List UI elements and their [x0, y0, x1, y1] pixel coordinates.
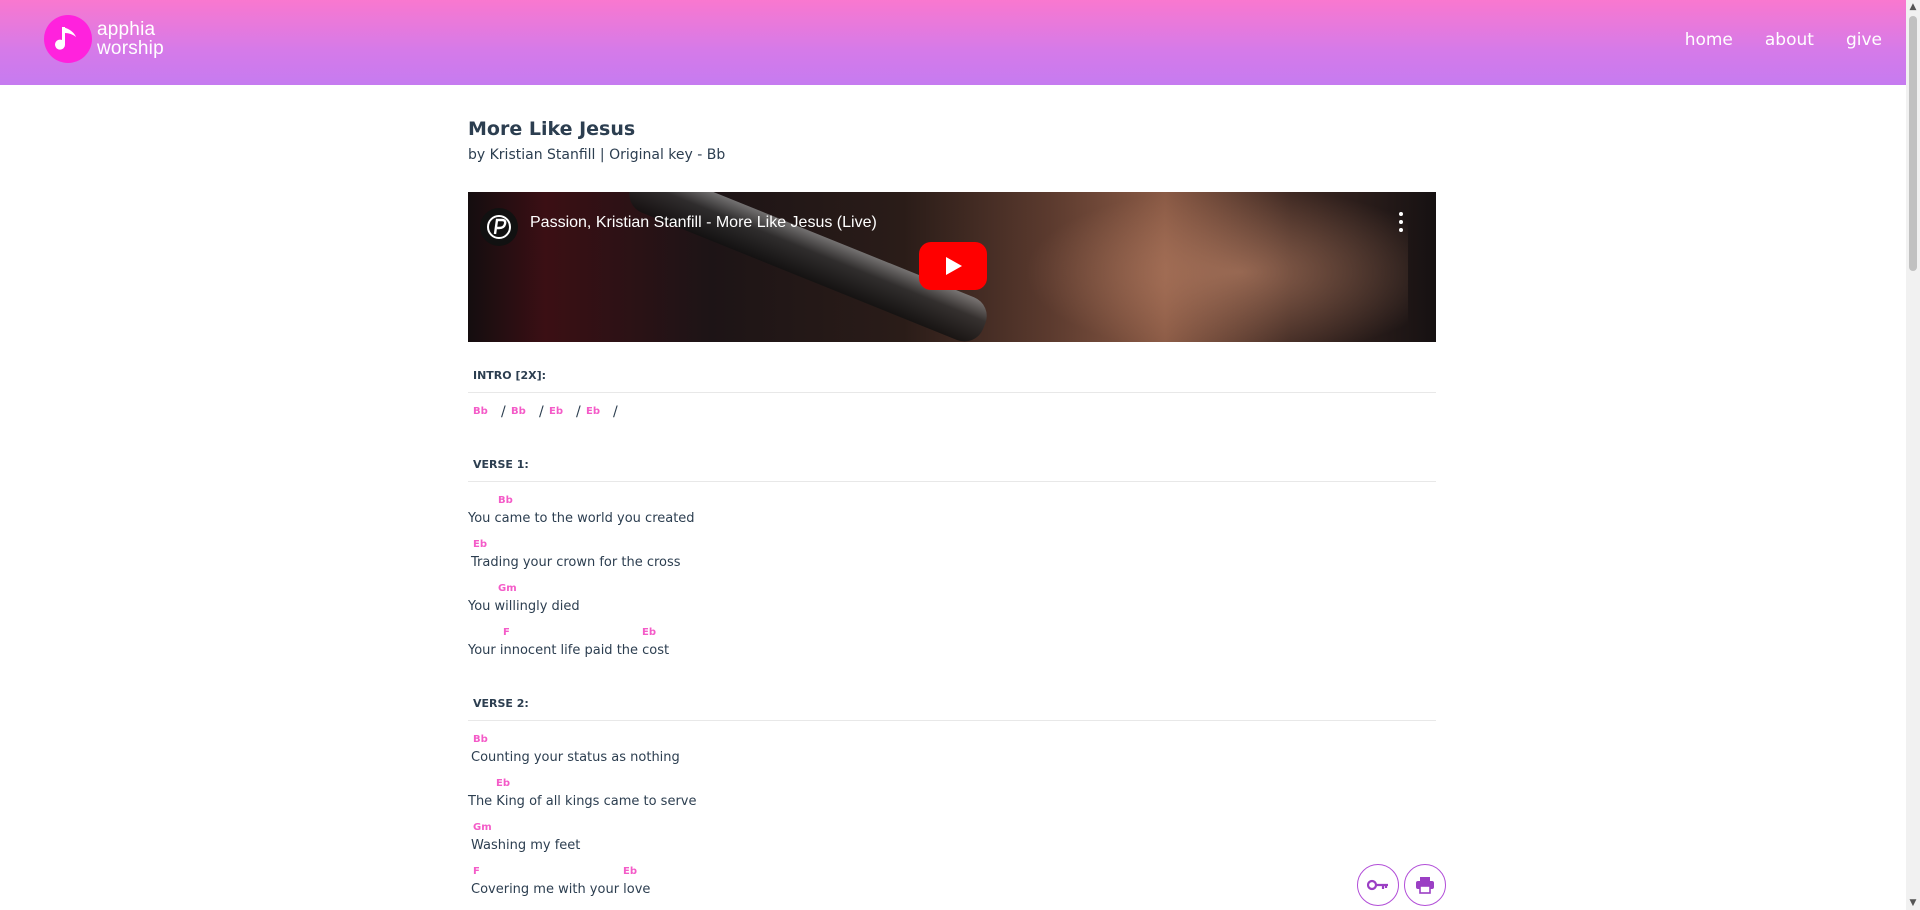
verse1-chord: Gm	[498, 583, 517, 594]
more-options-icon[interactable]	[1398, 212, 1404, 232]
song-content: More Like Jesus by Kristian Stanfill | O…	[468, 118, 1436, 897]
play-button[interactable]	[919, 242, 987, 290]
intro-label: INTRO [2X]:	[473, 369, 547, 382]
nav-about[interactable]: about	[1765, 30, 1814, 50]
music-note-icon	[44, 15, 92, 63]
verse2-lyric: Covering me with your love	[471, 882, 651, 897]
song-subtitle: by Kristian Stanfill | Original key - Bb	[468, 147, 726, 163]
nav-home[interactable]: home	[1685, 30, 1733, 50]
print-button[interactable]	[1404, 864, 1446, 906]
intro-chord: Bb	[511, 406, 526, 417]
intro-chord: Eb	[586, 406, 600, 417]
intro-separator: /	[576, 404, 581, 420]
intro-chord: Bb	[473, 406, 488, 417]
verse2-label: VERSE 2:	[473, 697, 529, 710]
verse2-chord: Eb	[496, 778, 510, 789]
verse1-lyric: Trading your crown for the cross	[471, 555, 681, 570]
verse2-chord: Eb	[623, 866, 637, 877]
verse2-chord: F	[473, 866, 480, 877]
scroll-thumb[interactable]	[1909, 16, 1917, 271]
key-icon	[1367, 879, 1388, 891]
verse1-chord: Eb	[642, 627, 656, 638]
video-thumbnail	[988, 192, 1408, 342]
verse1-lyric: You willingly died	[468, 599, 580, 614]
verse1-label: VERSE 1:	[473, 458, 529, 471]
transpose-key-button[interactable]	[1357, 864, 1399, 906]
verse1-chord: F	[503, 627, 510, 638]
channel-avatar-icon[interactable]	[480, 208, 518, 246]
song-title: More Like Jesus	[468, 118, 636, 140]
site-header: apphia worship home about give	[0, 0, 1906, 85]
verse2-lyric: Counting your status as nothing	[471, 750, 680, 765]
page-scrollbar[interactable]: ▲ ▼	[1906, 0, 1920, 910]
intro-chord: Eb	[549, 406, 563, 417]
verse1-lyric: You came to the world you created	[468, 511, 695, 526]
play-icon	[946, 257, 962, 275]
verse2-chord: Gm	[473, 822, 492, 833]
verse2-chord: Bb	[473, 734, 488, 745]
logo-text: apphia worship	[97, 20, 164, 58]
main-nav: home about give	[1653, 30, 1882, 50]
nav-give[interactable]: give	[1846, 30, 1882, 50]
video-title[interactable]: Passion, Kristian Stanfill - More Like J…	[530, 214, 877, 232]
intro-separator: /	[613, 404, 618, 420]
intro-divider	[468, 392, 1436, 393]
logo-line-1: apphia	[97, 19, 156, 40]
verse1-divider	[468, 481, 1436, 482]
print-icon	[1416, 877, 1434, 894]
verse1-lyric: Your innocent life paid the cost	[468, 643, 670, 658]
scroll-up-arrow-icon[interactable]: ▲	[1906, 0, 1920, 14]
intro-separator: /	[501, 404, 506, 420]
verse1-chord: Bb	[498, 495, 513, 506]
verse2-divider	[468, 720, 1436, 721]
scroll-down-arrow-icon[interactable]: ▼	[1906, 896, 1920, 910]
video-embed[interactable]: Passion, Kristian Stanfill - More Like J…	[468, 192, 1436, 342]
intro-separator: /	[539, 404, 544, 420]
verse2-lyric: Washing my feet	[471, 838, 581, 853]
verse1-chord: Eb	[473, 539, 487, 550]
verse2-lyric: The King of all kings came to serve	[468, 794, 697, 809]
logo-line-2: worship	[97, 38, 164, 59]
logo-link[interactable]: apphia worship	[44, 15, 164, 63]
